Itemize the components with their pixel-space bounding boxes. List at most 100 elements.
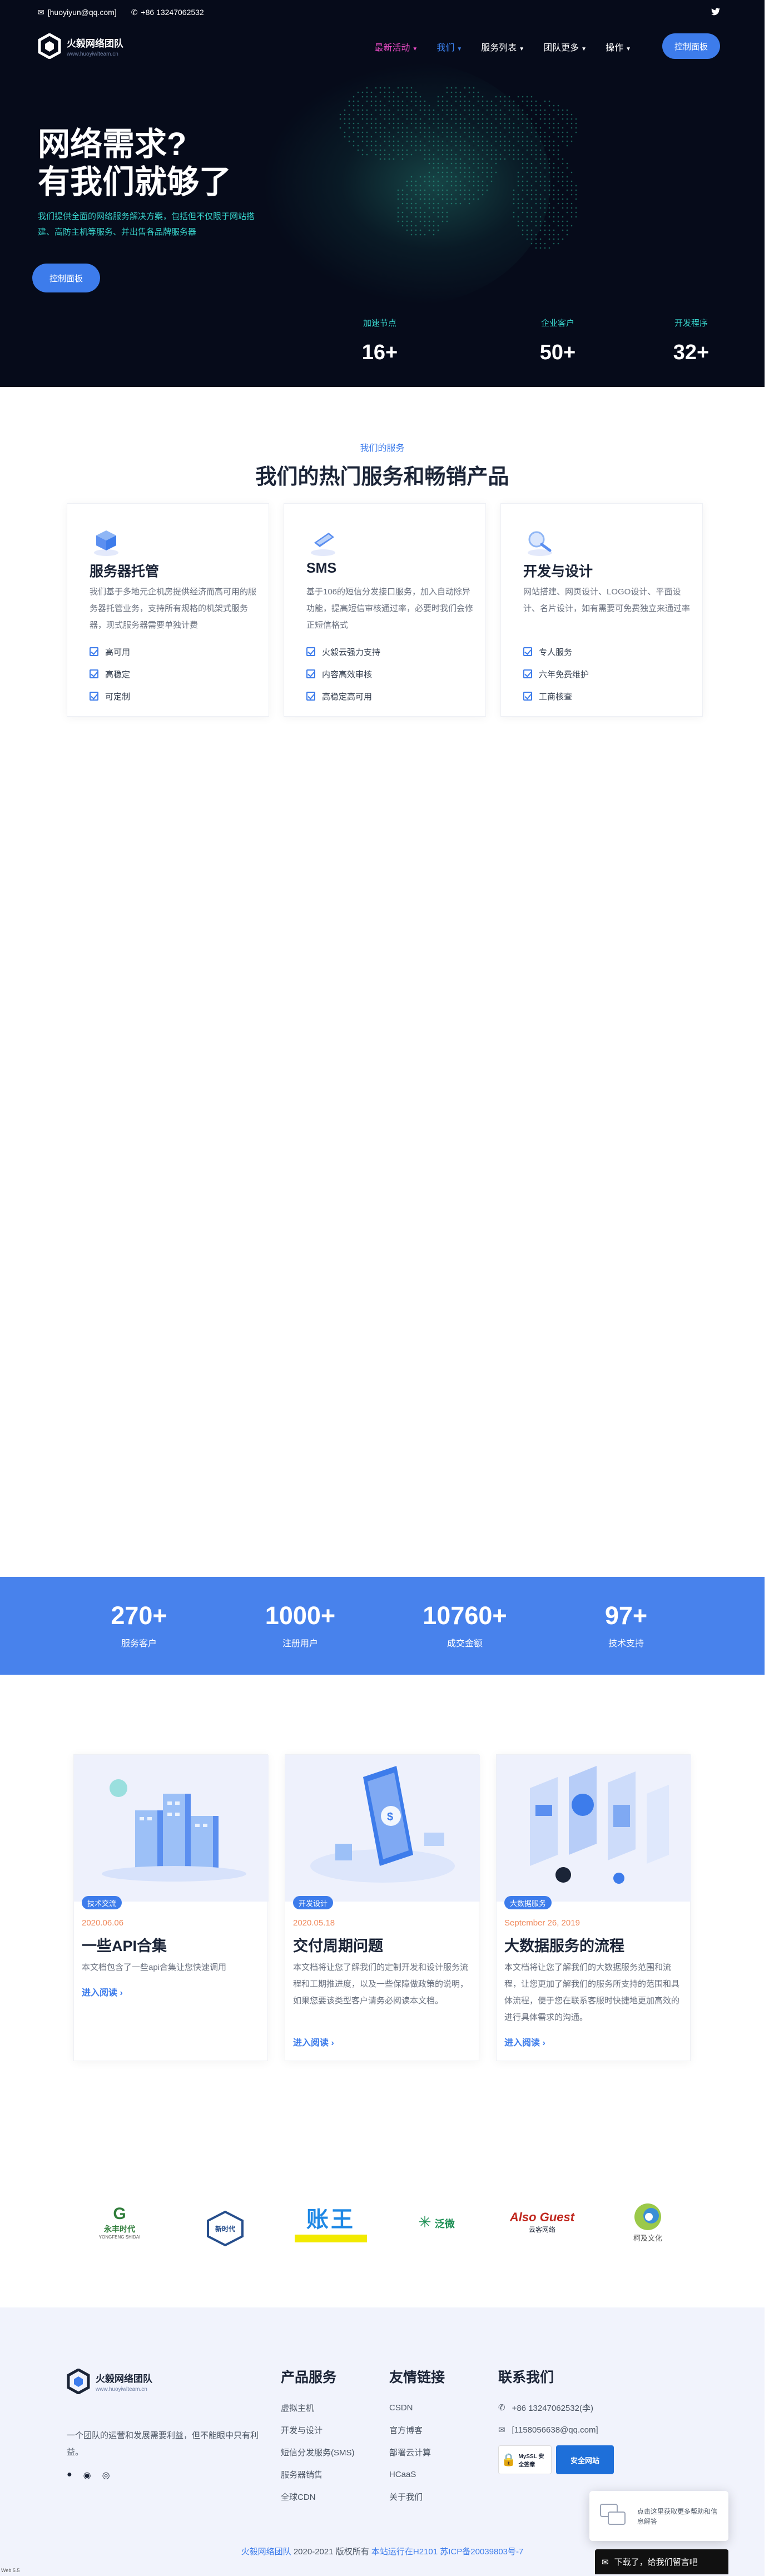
service-card-design[interactable]: 开发与设计 网站搭建、网页设计、LOGO设计、平面设计、名片设计，如有需要可免费… (500, 503, 703, 717)
service-feature-list: 高可用 高稳定 可定制 (90, 641, 130, 707)
chat-popup[interactable]: 点击这里获取更多帮助和信息解答 (589, 2491, 728, 2541)
hero-stat-value: 50+ (539, 341, 576, 364)
nav-item-actions[interactable]: 操作 ▼ (606, 40, 631, 53)
read-more-link[interactable]: 进入阅读 › (504, 2035, 545, 2048)
nav-dashboard-button[interactable]: 控制面板 (662, 33, 720, 59)
topbar-email[interactable]: ✉ [huoyiyun@qq.com] (38, 8, 117, 17)
safe-site-badge[interactable]: 安全网站 (556, 2445, 614, 2474)
band-stat-value: 97+ (604, 1601, 648, 1630)
checkbox-icon (306, 669, 315, 678)
hexagon-logo-icon (67, 2369, 90, 2394)
svg-text:$: $ (387, 1811, 393, 1823)
post-card-api[interactable]: 技术交流 2020.06.06 一些API合集 本文档包含了一些api合集让您快… (73, 1754, 269, 2061)
ssl-badge[interactable]: 🔒 MySSL 安全签章 (498, 2445, 552, 2474)
band-stat-support: 97+ 技术支持 (559, 1601, 693, 1649)
services-kicker: 我们的服务 (360, 444, 405, 453)
footer-about: 火毅网络团队 www.huoyiwlteam.cn 一个团队的运营和发展需要利益… (67, 2369, 267, 2481)
hero-section: ✉ [huoyiyun@qq.com] ✆ +86 13247062532 火毅… (0, 0, 765, 387)
topbar-email-text: [huoyiyun@qq.com] (47, 8, 117, 17)
chevron-down-icon: ▼ (626, 46, 631, 52)
service-card-hosting[interactable]: 服务器托管 我们基于多地元企机房提供经济而高可用的服务器托管业务，支持所有规格的… (67, 503, 269, 717)
footer-phone[interactable]: ✆ +86 13247062532(李) (498, 2396, 614, 2419)
service-feature: 内容高效审核 (306, 663, 380, 685)
partner-logo[interactable]: 柯及文化 (606, 2194, 689, 2250)
read-more-link[interactable]: 进入阅读 › (293, 2035, 334, 2048)
footer-link[interactable]: HCaaS (389, 2463, 445, 2485)
partner-logo[interactable]: 账王 (289, 2194, 373, 2250)
footer-about-text: 一个团队的运营和发展需要利益，但不能眼中只有利益。 (67, 2431, 259, 2457)
post-title[interactable]: 交付周期问题 (293, 1934, 383, 1955)
footer-logo[interactable]: 火毅网络团队 www.huoyiwlteam.cn (67, 2369, 267, 2394)
post-tag[interactable]: 大数据服务 (504, 1896, 552, 1909)
band-stat-value: 1000+ (265, 1601, 336, 1630)
hero-description: 我们提供全面的网络服务解决方案，包括但不仅限于网站搭建、高防主机等服务、并出售各… (38, 212, 255, 237)
band-stat-label: 服务客户 (121, 1639, 157, 1649)
phone-icon: ✆ (498, 2403, 505, 2413)
topbar-phone[interactable]: ✆ +86 13247062532 (131, 8, 204, 17)
checkbox-icon (90, 692, 98, 701)
service-card-sms[interactable]: SMS 基于106的短信分发接口服务，加入自动除异功能，提高短信审核通过率，必要… (284, 503, 486, 717)
footer-link[interactable]: 官方博客 (389, 2419, 445, 2441)
post-card-bigdata[interactable]: 大数据服务 September 26, 2019 大数据服务的流程 本文档将让您… (496, 1754, 691, 2061)
copyright-icp[interactable]: 本站运行在H2101 苏ICP备20039803号-7 (371, 2547, 523, 2557)
chevron-down-icon: ▼ (457, 46, 463, 52)
chat-bubbles-icon (600, 2504, 626, 2525)
footer-friend-links: 友情链接 CSDN 官方博客 部署云计算 HCaaS 关于我们 (389, 2366, 445, 2508)
nav-item-services[interactable]: 服务列表 ▼ (481, 40, 524, 53)
weibo-icon[interactable]: ◎ (102, 2470, 110, 2481)
topbar-phone-text: +86 13247062532 (141, 8, 204, 17)
footer-products: 产品服务 虚拟主机 开发与设计 短信分发服务(SMS) 服务器销售 全球CDN (281, 2366, 355, 2508)
footer-link[interactable]: 开发与设计 (281, 2419, 355, 2441)
nav-item-team[interactable]: 团队更多 ▼ (543, 40, 587, 53)
footer-link[interactable]: 虚拟主机 (281, 2396, 355, 2419)
lock-icon: 🔒 (501, 2453, 517, 2466)
post-tag[interactable]: 开发设计 (293, 1896, 334, 1909)
post-date: September 26, 2019 (504, 1918, 580, 1928)
read-more-link[interactable]: 进入阅读 › (82, 1985, 123, 1998)
post-image: $ (285, 1755, 480, 1902)
footer-link[interactable]: 全球CDN (281, 2485, 355, 2508)
service-feature: 高稳定高可用 (306, 685, 380, 707)
brand-url: www.huoyiwlteam.cn (67, 51, 118, 57)
top-contact-bar: ✉ [huoyiyun@qq.com] ✆ +86 13247062532 (38, 7, 720, 18)
main-navbar: 火毅网络团队 www.huoyiwlteam.cn 最新活动 ▼ 我们 ▼ 服务列表… (38, 31, 720, 61)
services-title: 我们的热门服务和畅销产品 (255, 465, 509, 489)
footer-brand-url: www.huoyiwlteam.cn (96, 2386, 147, 2393)
partner-logo[interactable]: ✳ 泛微 (395, 2194, 478, 2250)
service-feature: 高稳定 (90, 663, 130, 685)
footer-link[interactable]: 服务器销售 (281, 2463, 355, 2485)
partner-logo[interactable]: 新时代 (183, 2194, 267, 2250)
post-title[interactable]: 大数据服务的流程 (504, 1934, 624, 1955)
chat-launcher[interactable]: ✉ 下载了，给我们留言吧 (595, 2549, 728, 2574)
service-feature: 工商核查 (523, 685, 589, 707)
brand-name: 火毅网络团队 (67, 38, 123, 49)
phone-device-icon (311, 533, 335, 556)
post-card-delivery[interactable]: $ 开发设计 2020.05.18 交付周期问题 本文档将让您了解我们的定制开发… (285, 1754, 480, 2061)
post-image (497, 1755, 691, 1902)
twitter-icon[interactable] (711, 8, 720, 17)
footer-social: ● ◉ ◎ (67, 2470, 267, 2481)
footer-col-title: 产品服务 (281, 2370, 337, 2385)
footer-link[interactable]: CSDN (389, 2396, 445, 2419)
service-name: 开发与设计 (523, 564, 593, 579)
brand-logo[interactable]: 火毅网络团队 www.huoyiwlteam.cn (38, 33, 123, 59)
copyright-years: 2020-2021 版权所有 (293, 2547, 369, 2557)
wechat-icon[interactable]: ◉ (83, 2470, 91, 2481)
footer-link[interactable]: 关于我们 (389, 2485, 445, 2508)
post-tag[interactable]: 技术交流 (82, 1896, 122, 1909)
qq-icon[interactable]: ● (67, 2470, 72, 2481)
nav-item-events[interactable]: 最新活动 ▼ (374, 40, 418, 53)
band-stat-label: 成交金额 (446, 1639, 483, 1649)
hero-dashboard-button[interactable]: 控制面板 (32, 264, 100, 292)
nav-item-about[interactable]: 我们 ▼ (436, 40, 462, 53)
footer-link[interactable]: 部署云计算 (389, 2441, 445, 2463)
service-name: 服务器托管 (90, 564, 160, 579)
partner-logo[interactable]: Also Guest 云客网络 (500, 2194, 584, 2250)
footer-contact: 联系我们 ✆ +86 13247062532(李) ✉ [1158056638@qq… (498, 2366, 614, 2474)
footer-email[interactable]: ✉ [1158056638@qq.com] (498, 2419, 614, 2441)
copyright-name[interactable]: 火毅网络团队 (241, 2547, 291, 2557)
partner-logo[interactable]: G 永丰时代 YONGFENG SHIDAI (78, 2194, 161, 2250)
phone-icon: ✆ (131, 7, 138, 17)
footer-link[interactable]: 短信分发服务(SMS) (281, 2441, 355, 2463)
post-title[interactable]: 一些API合集 (82, 1934, 167, 1955)
